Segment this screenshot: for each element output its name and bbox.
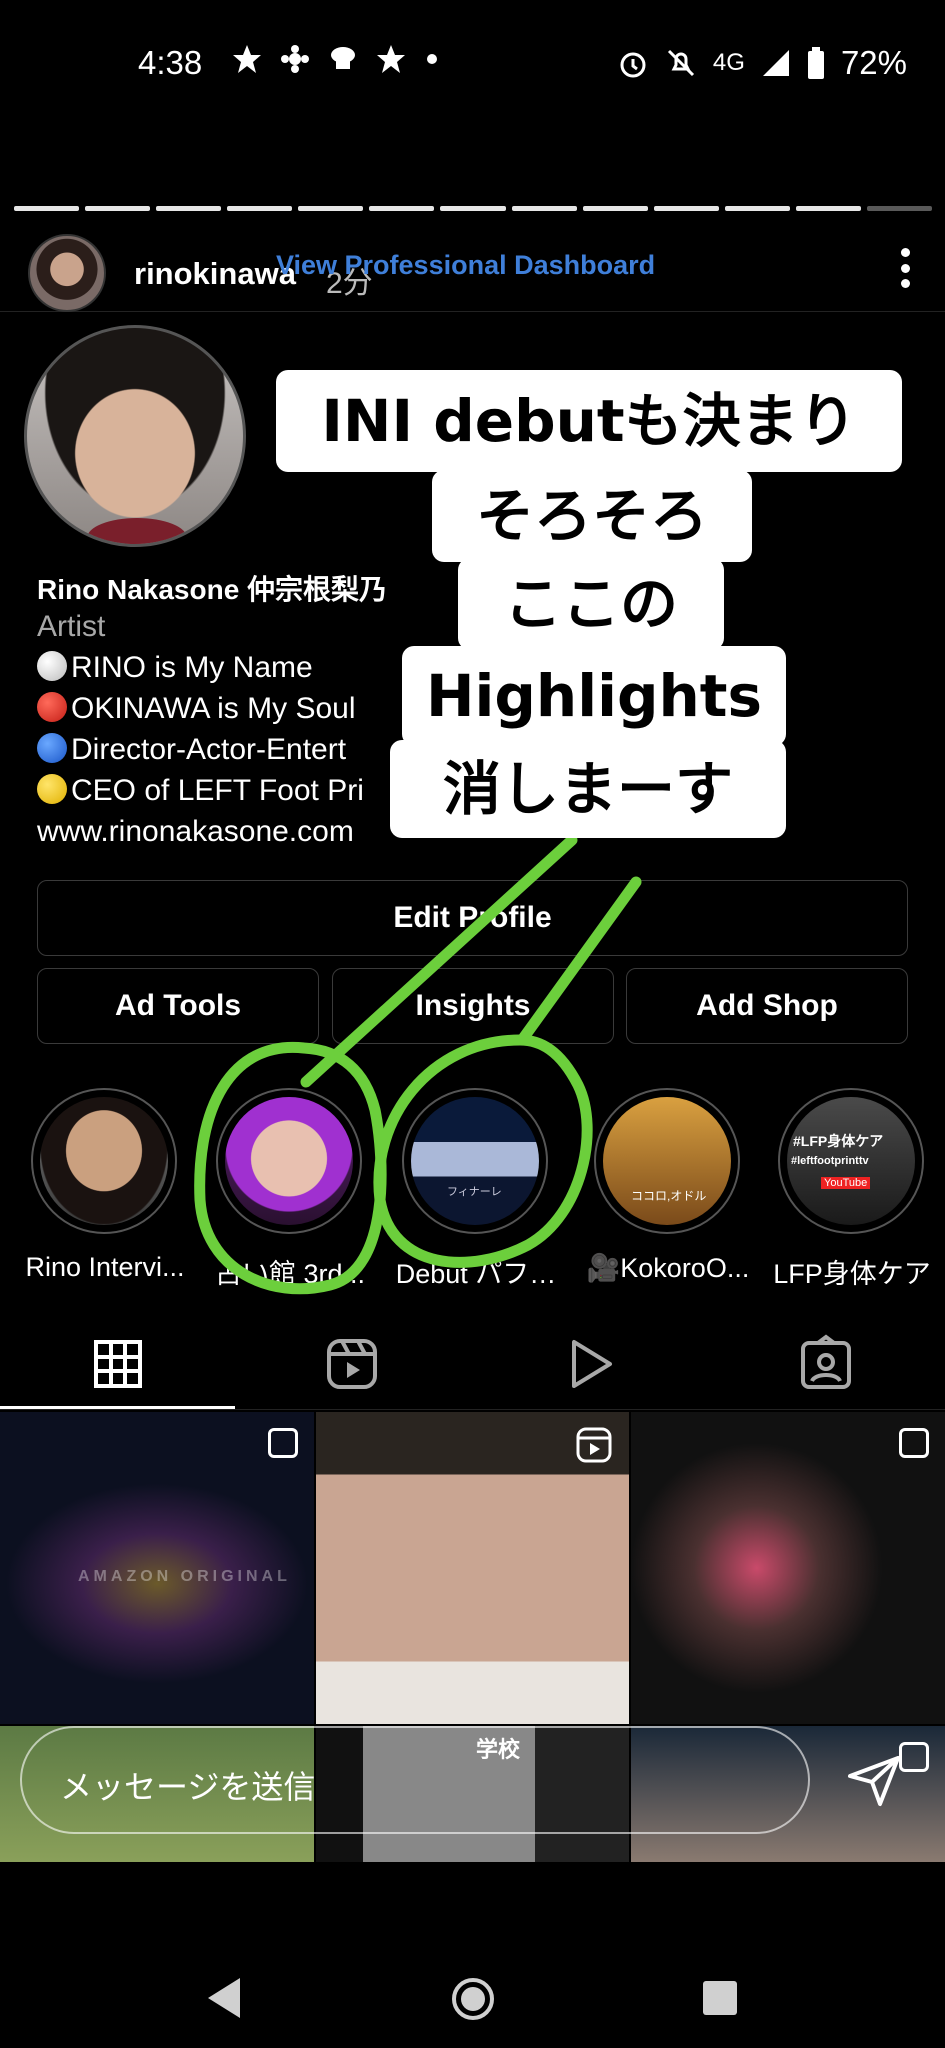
story-progress-segment	[85, 206, 151, 211]
sticker-text-line: Highlights	[402, 646, 786, 746]
highlight-cover: #LFP身体ケア #leftfootprinttv YouTube	[787, 1097, 915, 1225]
yellow-circle-emoji-icon	[37, 774, 67, 804]
profile-category: Artist	[37, 610, 106, 643]
story-progress-segment	[582, 206, 648, 211]
profile-name: Rino Nakasone 仲宗根梨乃	[37, 574, 388, 605]
sticker-text-line: ここの	[458, 558, 724, 650]
sticker-text-line: INI debutも決まり	[276, 370, 902, 472]
home-icon[interactable]	[450, 1976, 496, 2022]
lfp-cover-text: #LFP身体ケア	[793, 1133, 884, 1149]
story-progress-segment	[653, 206, 719, 211]
story-progress-segment	[156, 206, 222, 211]
sticker-text-line: そろそろ	[432, 470, 752, 562]
white-circle-emoji-icon	[37, 651, 67, 681]
send-icon[interactable]	[846, 1752, 902, 1808]
chef-notification-icon	[331, 47, 355, 69]
story-progress-segment	[511, 206, 577, 211]
post-thumbnail[interactable]	[631, 1412, 945, 1724]
active-tab-indicator	[0, 1406, 235, 1409]
network-type: 4G	[712, 49, 745, 76]
lfp-cover-text: #leftfootprinttv	[791, 1155, 869, 1167]
add-shop-button[interactable]: Add Shop	[626, 968, 908, 1044]
more-notifications-dot-icon	[427, 54, 437, 64]
story-progress-bar	[14, 206, 933, 211]
story-progress-segment	[724, 206, 790, 211]
reel-icon	[576, 1427, 612, 1463]
ad-tools-button[interactable]: Ad Tools	[37, 968, 319, 1044]
website-link[interactable]: www.rinonakasone.com	[37, 815, 354, 849]
signal-icon	[762, 50, 789, 76]
highlight-label: LFP身体ケア	[773, 1259, 931, 1289]
grid-tab-icon[interactable]	[88, 1334, 148, 1394]
system-navigation-bar	[0, 1950, 945, 2048]
clock: 4:38	[138, 44, 203, 81]
star-notification-icon	[377, 45, 405, 73]
system-icons: 4G 72%	[617, 44, 907, 82]
post-thumbnail[interactable]	[316, 1412, 629, 1724]
story-username[interactable]: rinokinawa	[134, 256, 296, 292]
recents-icon[interactable]	[700, 1978, 740, 2018]
carousel-icon	[268, 1428, 298, 1458]
story-progress-segment	[795, 206, 861, 211]
story-progress-segment	[227, 206, 293, 211]
red-circle-emoji-icon	[37, 692, 67, 722]
post-thumbnail[interactable]: AMAZON ORIGINAL	[0, 1412, 314, 1724]
bio-line: RINO is My Name	[37, 651, 313, 685]
bio-line: Director-Actor-Entert	[37, 733, 346, 767]
notification-icons	[232, 44, 440, 74]
highlight-item[interactable]: Rino Intervi...	[25, 1088, 185, 1283]
highlight-label: Debut パフ…	[395, 1259, 557, 1289]
highlight-item[interactable]: ココロ,オドル 🎥KokoroO...	[587, 1088, 749, 1284]
edit-profile-button[interactable]: Edit Profile	[37, 880, 908, 956]
profile-picture[interactable]	[24, 325, 246, 547]
battery-icon	[807, 47, 824, 79]
highlight-cover: フィナーレ	[411, 1097, 539, 1225]
story-progress-segment	[298, 206, 364, 211]
highlight-cover: ココロ,オドル	[603, 1097, 731, 1225]
alarm-icon	[620, 52, 646, 78]
insights-button[interactable]: Insights	[332, 968, 614, 1044]
story-avatar[interactable]	[28, 234, 106, 312]
story-progress-segment	[440, 206, 506, 211]
highlight-cover	[40, 1097, 168, 1225]
youtube-badge: YouTube	[821, 1177, 871, 1189]
highlight-label: Rino Intervi...	[25, 1252, 185, 1282]
blue-circle-emoji-icon	[37, 733, 67, 763]
app-notification-icon	[281, 45, 309, 73]
professional-dashboard-link[interactable]: View Professional Dashboard	[276, 250, 655, 281]
highlight-label: 占い館 3rd...	[214, 1259, 366, 1289]
debut-caption: フィナーレ	[447, 1186, 502, 1198]
status-bar: 4:38 4G 72%	[0, 0, 945, 130]
back-icon[interactable]	[204, 1976, 244, 2020]
profile-tabs	[0, 1322, 945, 1410]
star-notification-icon	[233, 45, 261, 73]
videos-tab-icon[interactable]	[560, 1334, 620, 1394]
highlight-item[interactable]: 占い館 3rd...	[215, 1088, 365, 1291]
sticker-text-line: 消しまーす	[390, 740, 786, 838]
highlight-cover	[225, 1097, 353, 1225]
highlight-item[interactable]: #LFP身体ケア #leftfootprinttv YouTube LFP身体ケ…	[773, 1088, 931, 1291]
story-progress-segment	[369, 206, 435, 211]
tagged-tab-icon[interactable]	[796, 1334, 856, 1394]
battery-percentage: 72%	[840, 44, 907, 81]
mute-icon	[667, 49, 694, 77]
reels-tab-icon[interactable]	[322, 1334, 382, 1394]
carousel-icon	[899, 1742, 929, 1772]
bio-line: OKINAWA is My Soul	[37, 692, 356, 726]
highlight-item[interactable]: フィナーレ Debut パフ…	[396, 1088, 556, 1291]
message-placeholder: メッセージを送信	[60, 1769, 316, 1805]
more-options-icon[interactable]	[899, 248, 911, 288]
highlight-label: 🎥KokoroO...	[586, 1253, 750, 1283]
story-progress-segment	[14, 206, 80, 211]
carousel-icon	[899, 1428, 929, 1458]
post-overlay-text: AMAZON ORIGINAL	[78, 1568, 291, 1585]
bio-line: CEO of LEFT Foot Pri	[37, 774, 364, 808]
kokoro-caption: ココロ,オドル	[631, 1189, 707, 1203]
story-progress-segment	[866, 206, 933, 211]
